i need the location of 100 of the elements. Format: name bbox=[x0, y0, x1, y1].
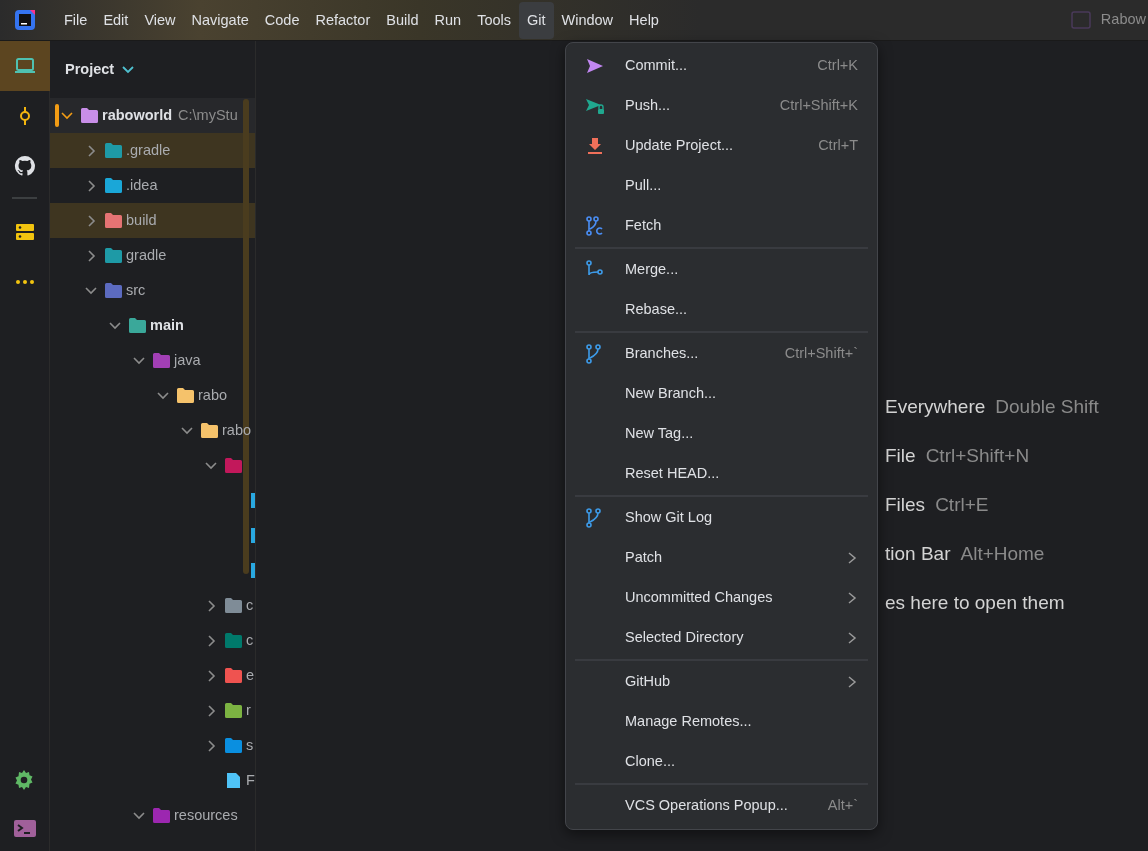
send-arrow-lock-icon bbox=[585, 96, 605, 116]
menu-item-label: Update Project... bbox=[625, 136, 733, 156]
menu-item[interactable]: Patch bbox=[575, 538, 868, 578]
tree-row[interactable]: rabo bbox=[50, 378, 255, 413]
menu-item-label: Rebase... bbox=[625, 300, 688, 320]
tree-item-label: resources bbox=[174, 805, 238, 825]
github-icon bbox=[14, 155, 36, 177]
tree-row[interactable]: e bbox=[50, 658, 255, 693]
send-arrow-icon bbox=[585, 56, 605, 76]
menu-item[interactable]: Merge... bbox=[575, 250, 868, 290]
tree-item-label: c bbox=[246, 630, 254, 650]
shortcut-text: Alt+Home bbox=[960, 542, 1045, 566]
menu-item[interactable]: File bbox=[56, 1, 96, 39]
panel-title-dropdown[interactable]: Project bbox=[65, 58, 115, 81]
menu-item[interactable]: Navigate bbox=[183, 1, 257, 39]
menu-item[interactable]: New Branch... bbox=[575, 374, 868, 414]
tree-row[interactable]: c bbox=[50, 623, 255, 658]
tree-item-label: e bbox=[246, 665, 255, 685]
tree-row[interactable]: rabo bbox=[50, 413, 255, 448]
tree-item-label: s bbox=[246, 735, 254, 755]
hint-text: Everywhere bbox=[885, 395, 986, 419]
tree-item-label: c bbox=[246, 595, 254, 615]
tree-item-label: java bbox=[174, 350, 201, 370]
menu-item[interactable]: Show Git Log bbox=[575, 498, 868, 538]
menu-item-label: Merge... bbox=[625, 260, 679, 280]
menu-item[interactable]: Update Project... Ctrl+T bbox=[575, 126, 868, 166]
menu-item[interactable]: Git bbox=[519, 1, 554, 39]
menu-item[interactable]: Build bbox=[378, 1, 427, 39]
tree-row[interactable]: gradle bbox=[50, 238, 255, 273]
menu-item[interactable]: Tools bbox=[469, 1, 519, 39]
menu-item-label: Branches... bbox=[625, 344, 699, 364]
tree-row[interactable]: .idea bbox=[50, 168, 255, 203]
tree-item-label: r bbox=[246, 700, 251, 720]
menu-item[interactable]: Reset HEAD... bbox=[575, 454, 868, 494]
tree-row[interactable]: java bbox=[50, 343, 255, 378]
menu-item[interactable]: Edit bbox=[95, 1, 137, 39]
tree-item-label: build bbox=[126, 210, 157, 230]
menu-item-label: Pull... bbox=[625, 176, 662, 196]
menu-item[interactable]: GitHub bbox=[575, 662, 868, 702]
menu-item-label: Show Git Log bbox=[625, 508, 713, 528]
tree-row[interactable]: c bbox=[50, 588, 255, 623]
tree-row[interactable]: raboworld C:\myStu bbox=[50, 98, 255, 133]
tree-item-label: rabo bbox=[222, 420, 252, 440]
menu-item[interactable]: Window bbox=[553, 1, 622, 39]
menu-item[interactable]: Uncommitted Changes bbox=[575, 578, 868, 618]
menu-item-label: Selected Directory bbox=[625, 628, 744, 648]
more-icon bbox=[15, 279, 35, 285]
shortcut-text: Alt+` bbox=[827, 796, 858, 816]
menu-item[interactable]: Code bbox=[256, 1, 308, 39]
branch-fetch-icon bbox=[585, 216, 605, 236]
menu-item[interactable]: New Tag... bbox=[575, 414, 868, 454]
tree-item-label: rabo bbox=[198, 385, 228, 405]
menu-item[interactable]: View bbox=[136, 1, 184, 39]
menu-item-label: Reset HEAD... bbox=[625, 464, 720, 484]
menu-item-label: Patch bbox=[625, 548, 663, 568]
menu-item[interactable]: Fetch bbox=[575, 206, 868, 246]
tree-row[interactable]: src bbox=[50, 273, 255, 308]
tree-row[interactable]: build bbox=[50, 203, 255, 238]
menu-item[interactable]: Push... Ctrl+Shift+K bbox=[575, 86, 868, 126]
tree-item-label: main bbox=[150, 315, 184, 335]
menu-item[interactable]: Help bbox=[621, 1, 667, 39]
chevron-down-icon bbox=[122, 65, 135, 74]
menu-item[interactable]: Pull... bbox=[575, 166, 868, 206]
menu-item[interactable]: Rebase... bbox=[575, 290, 868, 330]
download-arrow-icon bbox=[585, 136, 605, 156]
menu-item-label: Commit... bbox=[625, 56, 688, 76]
menu-item[interactable]: Clone... bbox=[575, 742, 868, 782]
tree-row[interactable]: .gradle bbox=[50, 133, 255, 168]
project-path: C:\myStu bbox=[178, 105, 238, 125]
hint-text: File bbox=[885, 444, 916, 468]
menu-item[interactable]: VCS Operations Popup... Alt+` bbox=[575, 786, 868, 826]
menu-item[interactable]: Branches... Ctrl+Shift+` bbox=[575, 334, 868, 374]
menu-item[interactable]: Selected Directory bbox=[575, 618, 868, 658]
menu-item-label: GitHub bbox=[625, 672, 671, 692]
tree-row[interactable]: F bbox=[50, 763, 255, 798]
selection-marker bbox=[55, 104, 59, 127]
menu-item-label: New Branch... bbox=[625, 384, 717, 404]
tree-row[interactable]: s bbox=[50, 728, 255, 763]
menu-item[interactable]: Manage Remotes... bbox=[575, 702, 868, 742]
tree-row[interactable]: resources bbox=[50, 798, 255, 833]
menu-item-label: Uncommitted Changes bbox=[625, 588, 773, 608]
shortcut-text: Ctrl+Shift+N bbox=[925, 444, 1030, 468]
menu-item-label: Fetch bbox=[625, 216, 662, 236]
menu-item[interactable]: Commit... Ctrl+K bbox=[575, 46, 868, 86]
menu-item[interactable]: Run bbox=[426, 1, 470, 39]
app-logo-icon bbox=[14, 9, 36, 31]
tree-item-label: .idea bbox=[126, 175, 158, 195]
menu-item[interactable]: Refactor bbox=[307, 1, 379, 39]
menu-item-label: New Tag... bbox=[625, 424, 694, 444]
shortcut-text: Double Shift bbox=[995, 395, 1099, 419]
menu-item-label: Push... bbox=[625, 96, 671, 116]
storage-icon bbox=[14, 221, 36, 243]
tree-item-label: .gradle bbox=[126, 140, 171, 160]
tree-row[interactable]: r bbox=[50, 693, 255, 728]
tree-row[interactable]: main bbox=[50, 308, 255, 343]
hint-text: es here to open them bbox=[885, 591, 1065, 615]
menu-item-label: VCS Operations Popup... bbox=[625, 796, 788, 816]
hint-text: tion Bar bbox=[885, 542, 951, 566]
shortcut-text: Ctrl+Shift+` bbox=[784, 344, 858, 364]
shortcut-text: Ctrl+T bbox=[818, 136, 858, 156]
